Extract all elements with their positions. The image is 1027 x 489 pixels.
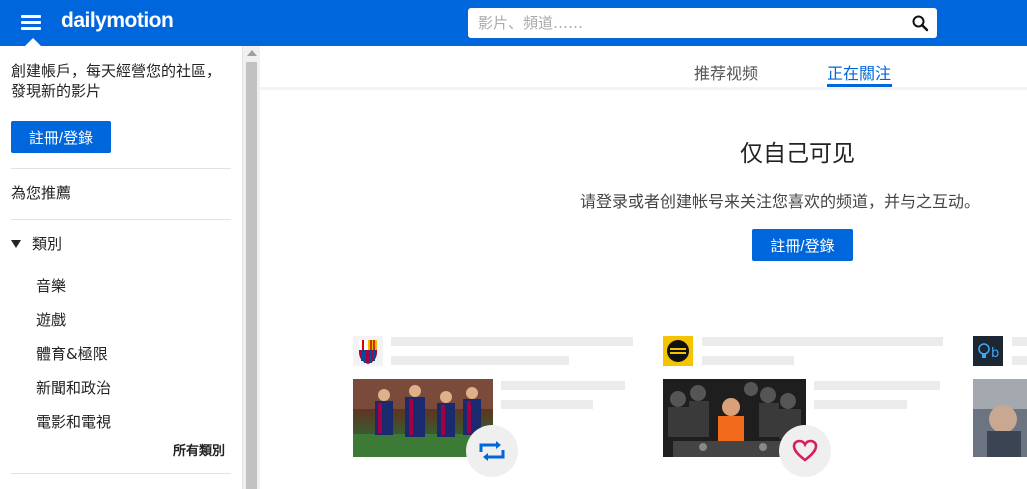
tab-divider — [260, 87, 1027, 90]
channel-avatar[interactable]: b — [973, 336, 1003, 366]
divider — [11, 168, 231, 169]
search-icon[interactable] — [911, 14, 929, 32]
top-bar: dailymotion — [0, 0, 1027, 46]
like-button[interactable] — [779, 425, 831, 477]
sidebar-category-sports[interactable]: 體育&極限 — [36, 343, 108, 364]
menu-open-caret — [25, 38, 41, 46]
skeleton-line — [1012, 337, 1027, 346]
main-signup-button[interactable]: 註冊/登錄 — [752, 229, 853, 261]
caret-down-icon[interactable] — [11, 240, 21, 248]
video-thumbnail[interactable] — [973, 379, 1027, 457]
divider — [11, 219, 231, 220]
repost-button[interactable] — [466, 425, 518, 477]
sidebar: 創建帳戶，每天經營您的社區，發現新的影片 註冊/登錄 為您推薦 類別 音樂 遊戲… — [0, 46, 242, 489]
skeleton-line — [501, 400, 593, 409]
tab-recommended[interactable]: 推荐视频 — [694, 60, 758, 84]
tab-following[interactable]: 正在關注 — [827, 60, 891, 84]
skeleton-line — [702, 356, 794, 365]
scrollbar-thumb[interactable] — [246, 62, 257, 489]
all-categories-link[interactable]: 所有類別 — [173, 440, 225, 459]
channel-avatar[interactable] — [663, 336, 693, 366]
sidebar-category-music[interactable]: 音樂 — [36, 275, 66, 296]
repost-icon — [479, 441, 505, 461]
sidebar-signup-button[interactable]: 註冊/登錄 — [11, 121, 111, 153]
skeleton-line — [1012, 356, 1027, 365]
heart-icon — [792, 439, 818, 462]
skeleton-line — [501, 381, 625, 390]
main-content: 推荐视频 正在關注 仅自己可见 请登录或者创建帐号来关注您喜欢的频道，并与之互动… — [260, 46, 1027, 489]
skeleton-line — [814, 400, 907, 409]
skeleton-line — [702, 337, 943, 346]
skeleton-line — [391, 356, 569, 365]
sidebar-categories-toggle[interactable]: 類別 — [32, 234, 62, 254]
sidebar-category-news[interactable]: 新聞和政治 — [36, 377, 111, 398]
divider — [11, 473, 231, 474]
skeleton-line — [814, 381, 940, 390]
scroll-up-arrow-icon[interactable] — [247, 50, 257, 56]
channel-avatar[interactable] — [353, 336, 383, 366]
private-description: 请登录或者创建帐号来关注您喜欢的频道，并与之互动。 — [580, 192, 981, 211]
sidebar-promo-text: 創建帳戶，每天經營您的社區，發現新的影片 — [11, 62, 222, 100]
search-box[interactable] — [468, 8, 937, 38]
sidebar-category-film-tv[interactable]: 電影和電視 — [36, 411, 111, 432]
sidebar-category-games[interactable]: 遊戲 — [36, 309, 66, 330]
skeleton-line — [391, 337, 633, 346]
dailymotion-logo[interactable]: dailymotion — [61, 9, 174, 33]
svg-text:b: b — [991, 346, 999, 361]
sidebar-item-recommended[interactable]: 為您推薦 — [11, 183, 71, 203]
sidebar-scrollbar[interactable] — [242, 46, 260, 489]
search-input[interactable] — [478, 12, 898, 34]
hamburger-menu-icon[interactable] — [18, 12, 48, 34]
private-title: 仅自己可见 — [740, 141, 855, 167]
